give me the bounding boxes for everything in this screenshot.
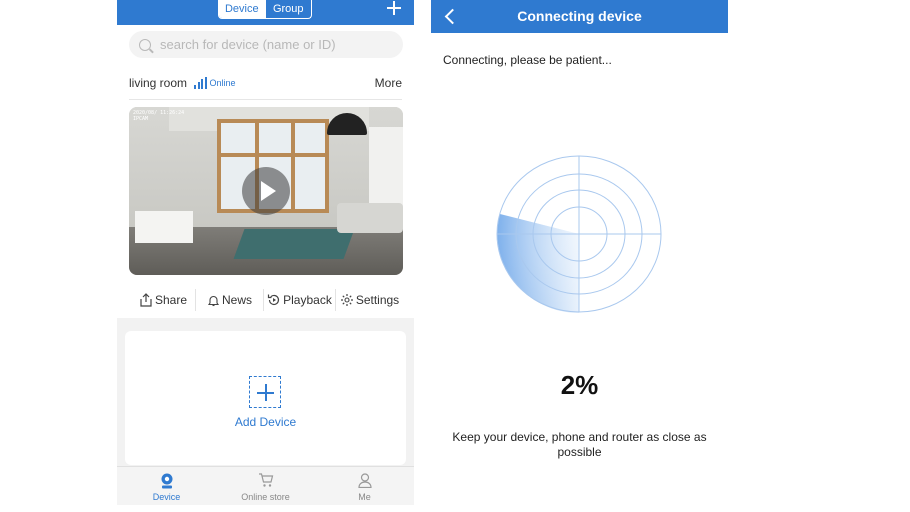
- plus-icon[interactable]: [386, 0, 402, 16]
- search-icon: [139, 38, 151, 51]
- tab-me[interactable]: Me: [315, 467, 414, 505]
- back-icon[interactable]: [443, 8, 459, 24]
- bottom-tab-bar: Device Online store Me: [117, 466, 414, 505]
- device-list-screen: Device Group search for device (name or …: [117, 0, 414, 505]
- video-timestamp: 2020/08/ 11:26:24 IPCAM: [133, 110, 185, 122]
- playback-button[interactable]: Playback: [263, 289, 335, 311]
- connecting-message: Connecting, please be patient...: [443, 53, 612, 67]
- search-input[interactable]: search for device (name or ID): [129, 31, 403, 58]
- share-icon: [140, 293, 152, 307]
- screenshot-stage: Device Group search for device (name or …: [0, 0, 910, 512]
- radar-graphic: [496, 155, 662, 313]
- cart-icon: [258, 473, 273, 487]
- tab-device[interactable]: Device: [219, 0, 265, 18]
- camera-icon: [161, 473, 172, 489]
- settings-button[interactable]: Settings: [335, 289, 403, 311]
- tab-device-nav[interactable]: Device: [117, 467, 216, 505]
- device-actions: Share News Playback Settings: [129, 288, 403, 312]
- device-name: living room: [129, 76, 188, 90]
- top-bar: Device Group: [117, 0, 414, 25]
- tab-online-store[interactable]: Online store: [216, 467, 315, 505]
- page-title: Connecting device: [517, 8, 642, 24]
- add-device-card[interactable]: Add Device: [125, 331, 406, 465]
- gear-icon: [340, 294, 353, 306]
- play-icon[interactable]: [242, 167, 290, 215]
- signal-icon: [194, 77, 207, 89]
- device-row: living room Online More: [129, 74, 402, 92]
- tab-group[interactable]: Group: [264, 0, 312, 18]
- status-badge: Online: [209, 78, 236, 88]
- divider: [129, 99, 402, 100]
- proximity-hint: Keep your device, phone and router as cl…: [452, 430, 707, 459]
- progress-percent: 2%: [560, 370, 599, 400]
- add-device-icon[interactable]: [249, 376, 281, 408]
- bell-icon: [207, 295, 220, 306]
- add-device-label: Add Device: [234, 415, 297, 429]
- person-icon: [357, 473, 372, 488]
- search-placeholder: search for device (name or ID): [160, 37, 336, 52]
- device-group-switch: Device Group: [218, 0, 312, 19]
- connecting-header: Connecting device: [431, 0, 728, 33]
- connecting-screen: Connecting device Connecting, please be …: [431, 0, 728, 505]
- more-link[interactable]: More: [375, 76, 402, 90]
- news-button[interactable]: News: [195, 289, 263, 311]
- playback-icon: [268, 294, 280, 306]
- share-button[interactable]: Share: [129, 289, 195, 311]
- camera-preview[interactable]: 2020/08/ 11:26:24 IPCAM: [129, 107, 403, 275]
